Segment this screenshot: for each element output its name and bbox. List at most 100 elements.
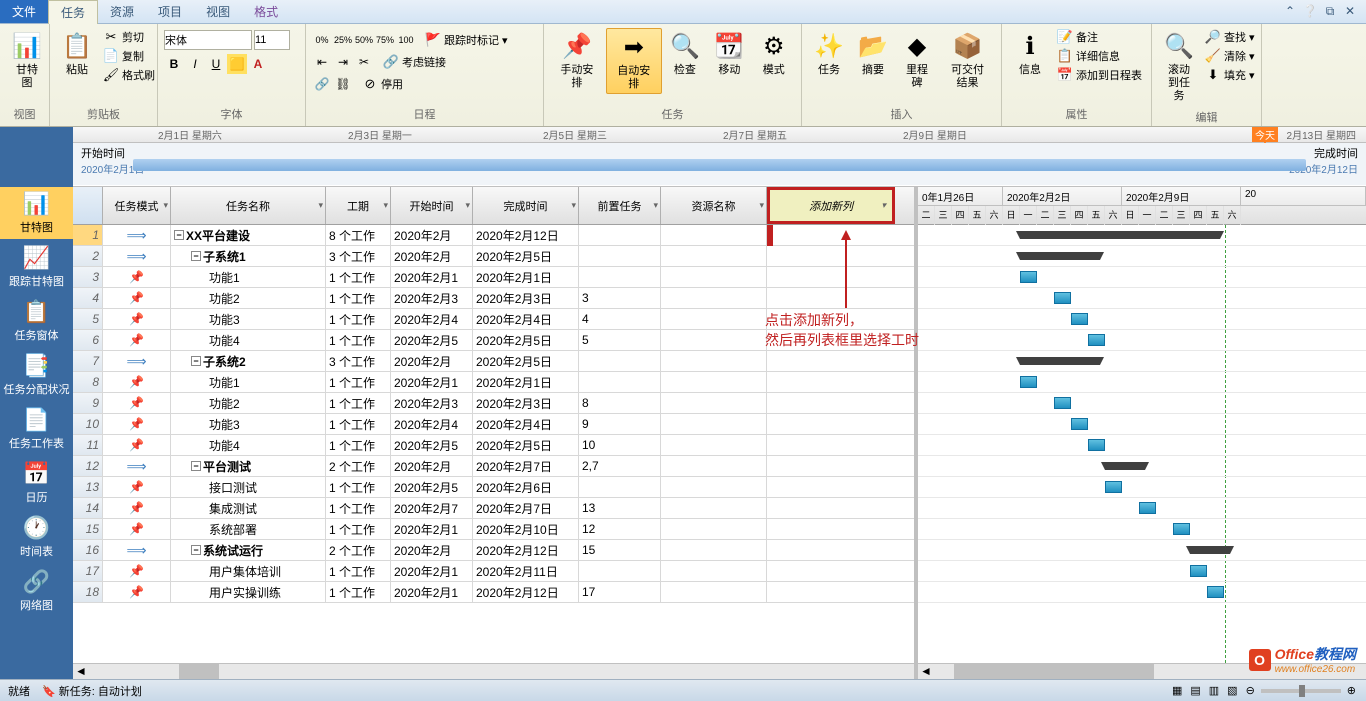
timeline-visual[interactable]: [133, 159, 1306, 171]
cell-start[interactable]: 2020年2月1: [391, 372, 473, 392]
cell-name[interactable]: 功能3: [171, 309, 326, 329]
cell-pred[interactable]: [579, 561, 661, 581]
cell-end[interactable]: 2020年2月12日: [473, 225, 579, 245]
unlink-tasks-button[interactable]: ⛓: [333, 74, 353, 94]
gantt-summary-bar[interactable]: [1020, 231, 1220, 239]
row-number[interactable]: 10: [73, 414, 103, 434]
details-button[interactable]: 📋详细信息: [1054, 47, 1145, 65]
cell-resource[interactable]: [661, 267, 767, 287]
cell-duration[interactable]: 1 个工作: [326, 582, 391, 602]
cell-name[interactable]: 接口测试: [171, 477, 326, 497]
cell-start[interactable]: 2020年2月: [391, 225, 473, 245]
cell-end[interactable]: 2020年2月7日: [473, 498, 579, 518]
pct100-button[interactable]: 100: [396, 30, 416, 50]
cell-mode[interactable]: 📌: [103, 309, 171, 329]
cell-mode[interactable]: 📌: [103, 414, 171, 434]
cell-name[interactable]: 功能2: [171, 288, 326, 308]
cell-name[interactable]: −子系统1: [171, 246, 326, 266]
row-number[interactable]: 3: [73, 267, 103, 287]
cell-end[interactable]: 2020年2月7日: [473, 456, 579, 476]
insert-task-button[interactable]: ✨任务: [808, 28, 850, 79]
find-button[interactable]: 🔎查找 ▾: [1202, 28, 1258, 46]
table-row[interactable]: 6📌功能41 个工作2020年2月52020年2月5日5: [73, 330, 914, 351]
help-icon[interactable]: ❔: [1302, 4, 1318, 19]
gantt-task-bar[interactable]: [1054, 397, 1071, 409]
sidebar-calendar[interactable]: 📅日历: [0, 457, 73, 509]
cell-pred[interactable]: 10: [579, 435, 661, 455]
move-button[interactable]: 📆移动: [708, 28, 750, 79]
cell-start[interactable]: 2020年2月: [391, 540, 473, 560]
cell-mode[interactable]: 📌: [103, 393, 171, 413]
cell-end[interactable]: 2020年2月12日: [473, 582, 579, 602]
table-row[interactable]: 17📌用户集体培训1 个工作2020年2月12020年2月11日: [73, 561, 914, 582]
bgcolor-button[interactable]: 🟨: [227, 54, 247, 74]
cell-mode[interactable]: ⟹: [103, 225, 171, 245]
indent-button[interactable]: ⇥: [333, 52, 353, 72]
cell-resource[interactable]: [661, 498, 767, 518]
cell-start[interactable]: 2020年2月5: [391, 435, 473, 455]
cell-start[interactable]: 2020年2月: [391, 456, 473, 476]
cell-name[interactable]: −XX平台建设: [171, 225, 326, 245]
sidebar-timeline[interactable]: 🕐时间表: [0, 511, 73, 563]
table-row[interactable]: 18📌用户实操训练1 个工作2020年2月12020年2月12日17: [73, 582, 914, 603]
row-number[interactable]: 4: [73, 288, 103, 308]
cell-mode[interactable]: 📌: [103, 498, 171, 518]
info-button[interactable]: ℹ信息: [1008, 28, 1052, 79]
cell-end[interactable]: 2020年2月6日: [473, 477, 579, 497]
cell-mode[interactable]: ⟹: [103, 351, 171, 371]
cell-resource[interactable]: [661, 435, 767, 455]
gantt-summary-bar[interactable]: [1105, 462, 1145, 470]
cell-pred[interactable]: [579, 267, 661, 287]
table-row[interactable]: 11📌功能41 个工作2020年2月52020年2月5日10: [73, 435, 914, 456]
gantt-task-bar[interactable]: [1105, 481, 1122, 493]
col-header-pred[interactable]: 前置任务▾: [579, 187, 661, 224]
cell-resource[interactable]: [661, 561, 767, 581]
copy-button[interactable]: 📄复制: [100, 47, 158, 65]
cell-start[interactable]: 2020年2月4: [391, 414, 473, 434]
clear-button[interactable]: 🧹清除 ▾: [1202, 47, 1258, 65]
sidebar-tracking-gantt[interactable]: 📈跟踪甘特图: [0, 241, 73, 293]
cell-resource[interactable]: [661, 288, 767, 308]
cell-name[interactable]: 功能2: [171, 393, 326, 413]
cell-name[interactable]: 用户集体培训: [171, 561, 326, 581]
manual-schedule-button[interactable]: 📌手动安排: [550, 28, 604, 92]
row-number[interactable]: 15: [73, 519, 103, 539]
view-btn-4[interactable]: ▧: [1225, 684, 1239, 697]
sidebar-task-usage[interactable]: 📑任务分配状况: [0, 349, 73, 401]
notes-button[interactable]: 📝备注: [1054, 28, 1145, 46]
cell-mode[interactable]: 📌: [103, 561, 171, 581]
row-number[interactable]: 17: [73, 561, 103, 581]
cell-name[interactable]: 系统部署: [171, 519, 326, 539]
menu-file[interactable]: 文件: [0, 0, 48, 23]
font-size-input[interactable]: [254, 30, 290, 50]
gantt-summary-bar[interactable]: [1020, 252, 1100, 260]
cell-mode[interactable]: 📌: [103, 372, 171, 392]
col-header-duration[interactable]: 工期▾: [326, 187, 391, 224]
cell-duration[interactable]: 1 个工作: [326, 477, 391, 497]
cell-resource[interactable]: [661, 414, 767, 434]
restore-icon[interactable]: ⧉: [1322, 4, 1338, 19]
track-mark-button[interactable]: 🚩跟踪时标记 ▾: [422, 31, 511, 49]
table-row[interactable]: 10📌功能31 个工作2020年2月42020年2月4日9: [73, 414, 914, 435]
cell-resource[interactable]: [661, 540, 767, 560]
cell-name[interactable]: 用户实操训练: [171, 582, 326, 602]
cell-start[interactable]: 2020年2月1: [391, 267, 473, 287]
cell-duration[interactable]: 1 个工作: [326, 519, 391, 539]
cell-name[interactable]: 功能4: [171, 435, 326, 455]
cell-pred[interactable]: [579, 477, 661, 497]
gantt-task-bar[interactable]: [1020, 271, 1037, 283]
cell-end[interactable]: 2020年2月11日: [473, 561, 579, 581]
new-column-cell[interactable]: [767, 225, 773, 246]
format-painter-button[interactable]: 🖌格式刷: [100, 66, 158, 84]
link-tasks-button[interactable]: 🔗: [312, 74, 332, 94]
cell-name[interactable]: −平台测试: [171, 456, 326, 476]
table-row[interactable]: 3📌功能11 个工作2020年2月12020年2月1日: [73, 267, 914, 288]
cell-mode[interactable]: ⟹: [103, 540, 171, 560]
cell-resource[interactable]: [661, 456, 767, 476]
cell-start[interactable]: 2020年2月5: [391, 477, 473, 497]
view-btn-1[interactable]: ▦: [1170, 684, 1184, 697]
col-header-mode[interactable]: 任务模式▾: [103, 187, 171, 224]
respect-link-button[interactable]: 🔗考虑链接: [380, 53, 449, 71]
fill-button[interactable]: ⬇填充 ▾: [1202, 66, 1258, 84]
cell-duration[interactable]: 2 个工作: [326, 540, 391, 560]
